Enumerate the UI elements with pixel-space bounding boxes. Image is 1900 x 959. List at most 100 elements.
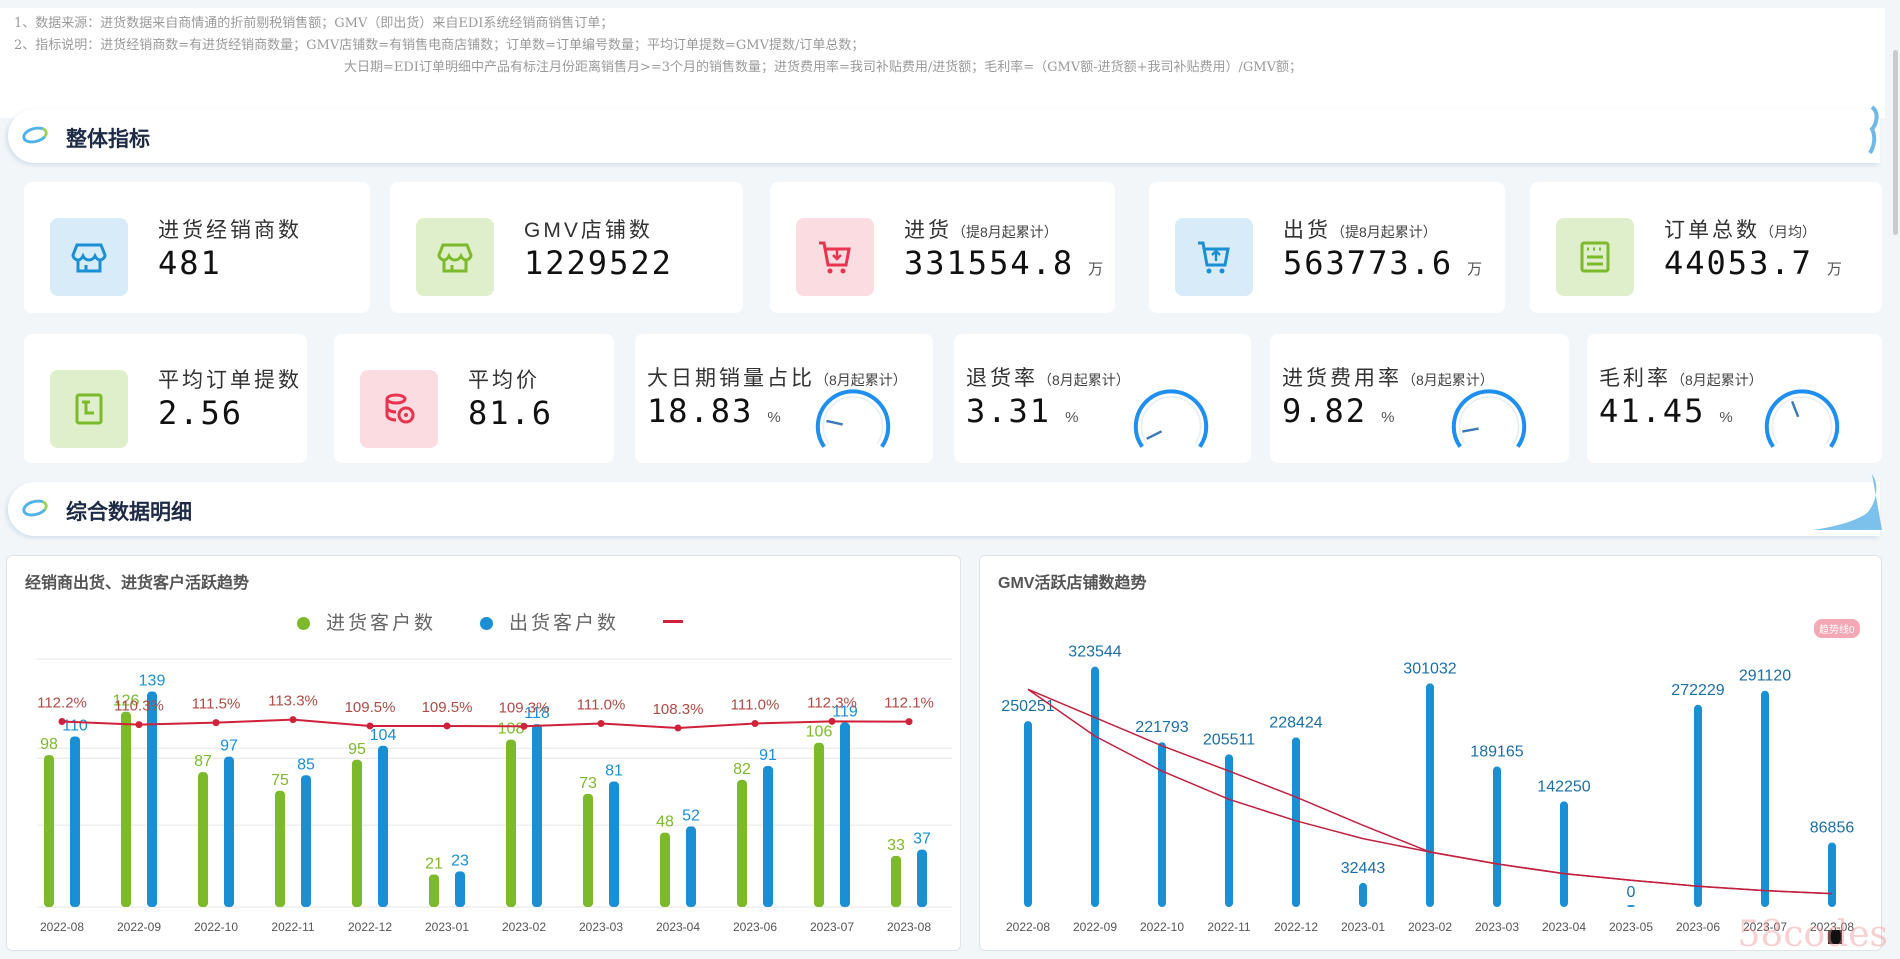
x-tick-label: 2022-10 [1140, 920, 1184, 934]
bar-value-label: 23 [451, 852, 469, 869]
ratio-point [212, 719, 220, 727]
kpi-label: 进货（提8月起累计） [904, 219, 1058, 242]
gauge-card: 进货费用率（8月起累计） 9.82% [1270, 334, 1569, 463]
bar [917, 849, 927, 907]
ratio-point [135, 721, 143, 729]
ratio-label: 112.1% [884, 695, 934, 712]
legend-item-outbound[interactable]: 出货客户数 [480, 608, 619, 635]
bar [660, 832, 670, 907]
bar-value-label: 301032 [1403, 660, 1456, 677]
bar [455, 871, 465, 907]
kpi-card: 出货（提8月起累计） 563773.6 万 [1149, 182, 1505, 313]
chart-gmv-stores: 250251 2022-08 323544 2022-09 221793 2022-10 2… [979, 555, 1882, 951]
kpi-card: 订单总数（月均） 44053.7 万 [1530, 182, 1882, 313]
bar-value-label: 139 [139, 673, 166, 690]
water-drop-icon [1868, 105, 1879, 155]
watermark: 58codes [1737, 914, 1888, 955]
scrollbar[interactable] [1893, 50, 1898, 235]
bar-value-label: 81 [605, 762, 623, 779]
gauge-value: 18.83% [647, 392, 781, 430]
legend-label: 出货客户数 [509, 613, 620, 634]
gauge-card: 大日期销量占比（8月起累计） 18.83% [635, 334, 933, 463]
x-tick-label: 2022-08 [1006, 920, 1050, 934]
section-title: 综合数据明细 [66, 501, 192, 524]
gauge-value: 41.45% [1599, 392, 1733, 430]
kpi-label: 订单总数（月均） [1664, 219, 1816, 242]
bar [301, 775, 311, 907]
cart-up-icon [1175, 218, 1253, 296]
chart-canvas: 250251 2022-08 323544 2022-09 221793 2022-10 2… [1001, 644, 1854, 944]
bar [840, 722, 850, 907]
x-tick-label: 2022-10 [194, 920, 238, 934]
x-tick-label: 2023-03 [1475, 920, 1519, 934]
bar-value-label: 85 [297, 756, 315, 773]
bar [1024, 721, 1032, 907]
bar-value-label: 91 [759, 747, 777, 764]
note-line: 大日期=EDI订单明细中产品有标注月份距离销售月>=3个月的销售数量；进货费用率… [344, 60, 1302, 75]
coins-icon [360, 370, 438, 448]
bar-value-label: 75 [271, 772, 289, 789]
x-tick-label: 2023-06 [733, 920, 777, 934]
legend-item-inbound[interactable]: 进货客户数 [297, 608, 436, 635]
bar-value-label: 97 [220, 738, 238, 755]
bar [1091, 666, 1099, 907]
legend-label: 进货客户数 [326, 613, 437, 634]
trendline-badge[interactable]: 趋势线0 [1814, 619, 1860, 638]
bar [352, 759, 362, 907]
bar-value-label: 291120 [1739, 668, 1791, 685]
ratio-point [597, 719, 605, 727]
bar [686, 826, 696, 907]
gauge-dial [1451, 389, 1527, 448]
bar-value-label: 73 [579, 775, 597, 792]
bar-value-label: 272229 [1671, 682, 1724, 699]
x-tick-label: 2023-04 [656, 920, 700, 934]
gauge-card: 退货率（8月起累计） 3.31% [954, 334, 1251, 463]
bar-value-label: 110 [62, 718, 88, 735]
data-notes: 1、数据来源：进货数据来自商情通的折前剔税销售额；GMV（即出货）来自EDI系统… [0, 8, 1885, 118]
x-tick-label: 2022-12 [348, 920, 392, 934]
bar-value-label: 108 [498, 721, 525, 738]
x-tick-label: 2023-08 [887, 920, 931, 934]
kpi-value: 2.56 [158, 394, 244, 432]
x-tick-label: 2022-12 [1274, 920, 1318, 934]
bar [198, 772, 208, 907]
bar-value-label: 87 [194, 753, 212, 770]
bar [275, 790, 285, 907]
bar [532, 724, 542, 907]
bar-value-label: 52 [682, 807, 700, 824]
swirl-logo-icon [20, 496, 50, 520]
bar [1493, 766, 1501, 907]
legend-item-ratio[interactable] [663, 611, 684, 633]
bar [1158, 742, 1166, 907]
note-line: 1、数据来源：进货数据来自商情通的折前剔税销售额；GMV（即出货）来自EDI系统… [14, 16, 614, 31]
gauge-card: 毛利率（8月起累计） 41.45% [1587, 334, 1882, 463]
bar [1359, 882, 1367, 907]
note-line: 2、指标说明：进货经销商数=有进货经销商数量；GMV店铺数=有销售电商店铺数；订… [14, 38, 865, 53]
bar [1225, 754, 1233, 907]
kpi-card: 进货经销商数 481 [24, 182, 370, 313]
gauge-needle [826, 419, 843, 426]
bar [70, 736, 80, 907]
x-tick-label: 2023-02 [1408, 920, 1452, 934]
kpi-value: 81.6 [468, 394, 554, 432]
bar [429, 874, 439, 907]
chart-legend: 进货客户数 出货客户数 [297, 608, 684, 635]
bar [378, 745, 388, 907]
kpi-value: 1229522 [524, 244, 673, 282]
x-tick-label: 2023-07 [810, 920, 854, 934]
ratio-point [58, 717, 66, 725]
bar [1828, 842, 1836, 907]
bar [1627, 905, 1635, 907]
gauge-value: 3.31% [966, 392, 1079, 430]
section-title: 整体指标 [66, 128, 150, 151]
x-tick-label: 2023-01 [425, 920, 469, 934]
ratio-label: 111.0% [731, 696, 780, 713]
chart-dealer-activity: 98 110 2022-08 126 139 2022-09 87 97 2022-10 75 85… [6, 555, 961, 951]
bar [506, 739, 516, 907]
gauge-label: 毛利率（8月起累计） [1599, 367, 1763, 390]
bar-value-label: 142250 [1537, 778, 1590, 795]
ratio-point [289, 716, 297, 724]
ratio-label: 110.3% [114, 698, 164, 715]
bar-value-label: 189165 [1470, 743, 1523, 760]
bar-value-label: 37 [913, 831, 931, 848]
